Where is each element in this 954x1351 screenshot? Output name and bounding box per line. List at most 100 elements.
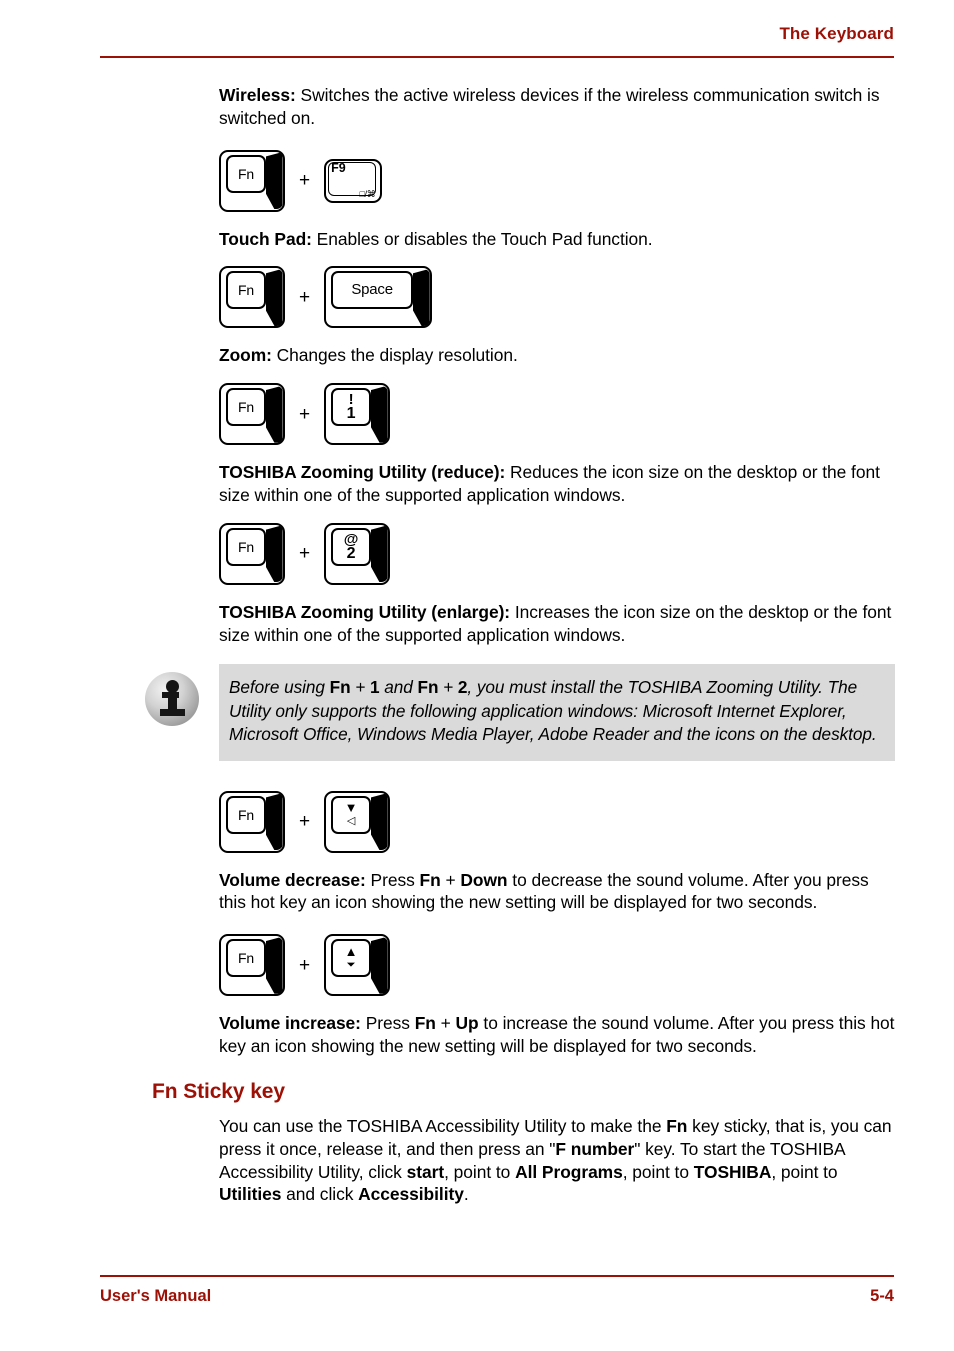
plus-sign: +: [299, 403, 311, 425]
key-f9-label: F9: [331, 160, 346, 175]
note-bold-2: 2: [457, 677, 468, 698]
key-fn-label: Fn: [238, 538, 254, 555]
plus-sign: +: [299, 811, 311, 833]
paragraph-volume-increase: Volume increase: Press Fn + Up to increa…: [219, 1012, 895, 1058]
key-at-label: @: [343, 530, 359, 548]
key-fn: Fn: [219, 522, 285, 585]
header-title: The Keyboard: [779, 24, 894, 43]
plus-sign: +: [299, 286, 311, 308]
st-seg-7: and click: [281, 1184, 359, 1205]
key-combo-volume-up: Fn + ▲ ⏷: [219, 932, 895, 998]
key-space: Space: [324, 266, 433, 329]
text-zoom: Changes the display resolution.: [271, 345, 518, 366]
footer-divider: [100, 1275, 894, 1277]
term-zoom-reduce: TOSHIBA Zooming Utility (reduce):: [219, 462, 506, 483]
note-seg-2: +: [350, 677, 370, 698]
st-seg-4: , point to: [444, 1161, 516, 1182]
page-content: Wireless: Switches the active wireless d…: [145, 84, 895, 1058]
footer-page-number: 5-4: [870, 1287, 894, 1305]
term-volume-decrease: Volume decrease:: [219, 869, 366, 890]
note-bold-1: 1: [370, 677, 380, 698]
speaker-loud-icon: ⏷: [346, 958, 356, 971]
st-seg-8: .: [463, 1184, 469, 1205]
note-text: Before using Fn + 1 and Fn + 2, you must…: [229, 676, 881, 746]
note-block: Before using Fn + 1 and Fn + 2, you must…: [145, 664, 895, 761]
note-seg-1: Before using: [229, 677, 330, 698]
key-fn: Fn: [219, 790, 285, 853]
paragraph-volume-decrease: Volume decrease: Press Fn + Down to decr…: [219, 869, 895, 915]
st-bold-fn: Fn: [666, 1116, 688, 1136]
st-seg-1: You can use the TOSHIBA Accessibility Ut…: [219, 1116, 667, 1136]
paragraph-sticky-wrap: You can use the TOSHIBA Accessibility Ut…: [219, 1115, 895, 1206]
arrow-down-icon: ▼: [344, 800, 358, 816]
vi-text-1: Press: [360, 1013, 415, 1034]
key-fn: Fn: [219, 383, 285, 446]
note-box: Before using Fn + 1 and Fn + 2, you must…: [219, 664, 895, 761]
note-bold-fn-2: Fn: [417, 677, 439, 698]
key-fn: Fn: [219, 266, 285, 329]
header-divider: [100, 56, 894, 58]
plus-sign: +: [299, 170, 311, 192]
note-bold-fn-1: Fn: [329, 677, 351, 698]
st-bold-utilities: Utilities: [219, 1184, 282, 1205]
key-space-label: Space: [351, 281, 393, 299]
term-wireless: Wireless:: [219, 85, 296, 105]
key-one: ! 1: [324, 383, 391, 446]
vd-text-2: +: [440, 869, 461, 890]
plus-sign: +: [299, 543, 311, 565]
term-zoom-enlarge: TOSHIBA Zooming Utility (enlarge):: [219, 601, 511, 622]
st-seg-6: , point to: [771, 1161, 838, 1182]
text-wireless: Switches the active wireless devices if …: [219, 85, 880, 128]
footer-manual-label: User's Manual: [100, 1287, 212, 1305]
term-touchpad: Touch Pad:: [219, 228, 312, 249]
key-fn-label: Fn: [238, 165, 254, 182]
key-one-label: 1: [346, 405, 356, 423]
key-two-label: 2: [346, 544, 356, 562]
key-volume-down: ▼ ◁: [324, 790, 391, 853]
plus-sign: +: [299, 954, 311, 976]
wireless-antenna-icon: □/⌘: [359, 188, 376, 199]
st-bold-start: start: [406, 1161, 445, 1182]
paragraph-zoom-enlarge: TOSHIBA Zooming Utility (enlarge): Incre…: [219, 601, 895, 647]
st-bold-toshiba: TOSHIBA: [693, 1161, 772, 1182]
paragraph-touchpad: Touch Pad: Enables or disables the Touch…: [219, 228, 895, 251]
paragraph-wireless: Wireless: Switches the active wireless d…: [219, 84, 895, 130]
section-heading-fn-sticky-key: Fn Sticky key: [152, 1080, 285, 1103]
speaker-quiet-icon: ◁: [346, 814, 356, 827]
vd-text-1: Press: [365, 869, 420, 890]
paragraph-zoom: Zoom: Changes the display resolution.: [219, 344, 895, 367]
note-seg-4: +: [438, 677, 458, 698]
key-volume-up: ▲ ⏷: [324, 934, 391, 997]
vi-bold-up: Up: [455, 1013, 479, 1034]
vd-bold-fn: Fn: [419, 869, 441, 890]
vi-bold-fn: Fn: [414, 1013, 436, 1034]
paragraph-fn-sticky: You can use the TOSHIBA Accessibility Ut…: [219, 1115, 895, 1206]
st-bold-all-programs: All Programs: [515, 1161, 623, 1182]
key-fn: Fn: [219, 149, 285, 212]
page-header: The Keyboard: [100, 24, 894, 64]
info-icon: [145, 672, 199, 727]
key-fn-label: Fn: [238, 282, 254, 299]
st-bold-accessibility: Accessibility: [358, 1184, 464, 1205]
st-bold-fnumber: F number: [555, 1138, 635, 1159]
key-two: @ 2: [324, 522, 391, 585]
page-footer: User's Manual 5-4: [100, 1275, 894, 1315]
vd-bold-down: Down: [460, 869, 508, 890]
vi-text-2: +: [435, 1013, 456, 1034]
text-touchpad: Enables or disables the Touch Pad functi…: [311, 228, 653, 249]
key-combo-zoom: Fn + ! 1: [219, 381, 895, 447]
key-fn-label: Fn: [238, 806, 254, 823]
key-combo-zoom-enlarge: Fn + @ 2: [219, 521, 895, 587]
term-volume-increase: Volume increase:: [219, 1013, 361, 1034]
paragraph-zoom-reduce: TOSHIBA Zooming Utility (reduce): Reduce…: [219, 461, 895, 507]
key-combo-wireless: Fn + F9 □/⌘: [219, 148, 895, 214]
key-fn-label: Fn: [238, 950, 254, 967]
term-zoom: Zoom:: [219, 345, 272, 366]
arrow-up-icon: ▲: [344, 943, 358, 959]
key-fn-label: Fn: [238, 399, 254, 416]
note-seg-3: and: [379, 677, 418, 698]
key-f9: F9 □/⌘: [324, 158, 383, 203]
key-combo-touchpad: Fn + Space: [219, 264, 895, 330]
st-seg-5: , point to: [622, 1161, 694, 1182]
key-fn: Fn: [219, 934, 285, 997]
